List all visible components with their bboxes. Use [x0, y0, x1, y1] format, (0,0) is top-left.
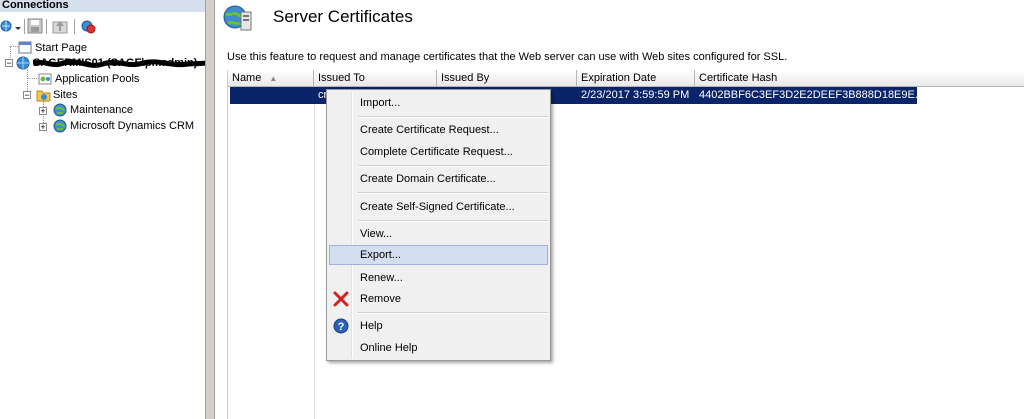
menu-item-create-self-signed-certificate[interactable]: Create Self-Signed Certificate... [329, 197, 548, 217]
menu-separator [358, 192, 548, 194]
menu-separator [358, 220, 548, 222]
application-pools-icon [38, 72, 53, 86]
maintenance-expander[interactable]: + [39, 107, 47, 116]
cell-certificate-hash: 4402BBF6C3EF3D2E2DEEF3B888D18E9E... [699, 89, 917, 101]
help-icon: ? [333, 318, 349, 334]
sites-expander[interactable]: − [23, 91, 31, 100]
toolbar-separator [74, 19, 75, 34]
menu-item-complete-certificate-request[interactable]: Complete Certificate Request... [329, 142, 548, 162]
column-header-expiration-date[interactable]: Expiration Date [577, 70, 695, 86]
menu-item-renew[interactable]: Renew... [329, 268, 548, 288]
crm-expander[interactable]: + [39, 123, 47, 132]
menu-item-label: Remove [360, 293, 401, 305]
tree-item-label: Maintenance [70, 104, 133, 116]
server-icon [16, 56, 31, 70]
tree-item-microsoft-dynamics-crm[interactable]: Microsoft Dynamics CRM [53, 118, 194, 134]
menu-item-create-domain-certificate[interactable]: Create Domain Certificate... [329, 169, 548, 189]
page-title: Server Certificates [273, 7, 413, 26]
menu-item-export[interactable]: Export... [329, 245, 548, 265]
red-x-icon [333, 291, 349, 307]
tree-line [10, 46, 18, 47]
connections-header: Connections [0, 0, 205, 12]
menu-separator [358, 312, 548, 314]
menu-item-view[interactable]: View... [329, 224, 548, 244]
connections-toolbar [0, 14, 205, 40]
column-header-issued-to[interactable]: Issued To [314, 70, 437, 86]
save-icon[interactable] [27, 18, 43, 34]
tree-item-start-page[interactable]: Start Page [18, 40, 87, 56]
menu-separator [358, 165, 548, 167]
column-header-certificate-hash[interactable]: Certificate Hash [695, 70, 1024, 86]
column-divider [314, 104, 315, 419]
menu-item-create-certificate-request[interactable]: Create Certificate Request... [329, 120, 548, 140]
menu-item-label: Help [360, 320, 383, 332]
tree-item-sites[interactable]: Sites [36, 87, 77, 103]
context-menu: Import... Create Certificate Request... … [326, 89, 551, 361]
column-header-issued-by[interactable]: Issued By [437, 70, 577, 86]
tree-item-maintenance[interactable]: Maintenance [53, 102, 133, 118]
tree-item-label: SAGERMIS01 (SAGE\pmadmin) [31, 57, 234, 69]
globe-icon [53, 119, 68, 133]
menu-item-import[interactable]: Import... [329, 93, 548, 113]
tree-item-label: Sites [53, 89, 78, 101]
tree-item-application-pools[interactable]: Application Pools [38, 71, 139, 87]
sites-folder-icon [36, 88, 51, 102]
cell-name [230, 87, 314, 104]
up-level-icon[interactable] [52, 18, 68, 34]
server-certificates-icon [223, 4, 253, 32]
feature-description: Use this feature to request and manage c… [227, 51, 788, 63]
menu-item-help[interactable]: ? Help [329, 316, 548, 336]
grid-header: Name ▲ Issued To Issued By Expiration Dat… [228, 70, 1024, 87]
tree-item-label: Application Pools [55, 73, 140, 85]
pane-splitter[interactable] [205, 0, 215, 419]
toolbar-separator [46, 19, 47, 34]
menu-item-online-help[interactable]: Online Help [329, 338, 548, 358]
connections-pane: Connections Start Page − SAGERMIS01 (SAG… [0, 0, 234, 419]
column-header-name[interactable]: Name ▲ [228, 70, 314, 86]
menu-separator [358, 116, 548, 118]
connect-dropdown-icon[interactable] [14, 18, 22, 34]
toolbar-separator [24, 19, 25, 34]
tree-item-label: Microsoft Dynamics CRM [70, 120, 195, 132]
disconnect-icon[interactable] [80, 18, 96, 34]
menu-item-remove[interactable]: Remove [329, 289, 548, 309]
tree-item-label: Start Page [35, 42, 87, 54]
server-expander[interactable]: − [5, 59, 13, 68]
tree-item-server[interactable]: SAGERMIS01 (SAGE\pmadmin) [16, 55, 234, 71]
column-label: Name [232, 72, 262, 84]
start-page-icon [18, 41, 33, 55]
globe-icon [53, 103, 68, 117]
redaction-scribble [31, 58, 234, 70]
tree-line [27, 78, 37, 79]
svg-text:?: ? [338, 321, 345, 333]
sort-ascending-icon: ▲ [269, 74, 278, 83]
cell-expiration-date: 2/23/2017 3:59:59 PM [581, 89, 690, 101]
